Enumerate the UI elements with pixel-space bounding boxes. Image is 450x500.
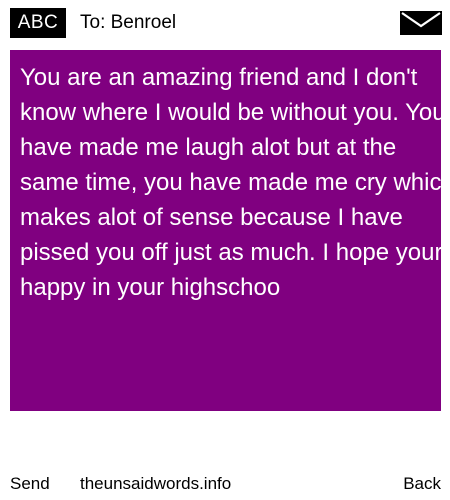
- send-button[interactable]: Send: [10, 470, 50, 498]
- message-header: ABC To: Benroel: [0, 0, 450, 46]
- back-button[interactable]: Back: [403, 470, 441, 498]
- softkey-bar: Send theunsaidwords.info Back: [0, 470, 450, 498]
- envelope-icon: [400, 11, 442, 35]
- message-body[interactable]: You are an amazing friend and I don't kn…: [10, 50, 441, 411]
- recipient-field[interactable]: To: Benroel: [80, 8, 176, 38]
- message-composer-screen: ABC To: Benroel You are an amazing frien…: [0, 0, 450, 500]
- site-link[interactable]: theunsaidwords.info: [80, 470, 231, 498]
- message-text: You are an amazing friend and I don't kn…: [20, 64, 441, 301]
- input-mode-badge[interactable]: ABC: [10, 8, 66, 38]
